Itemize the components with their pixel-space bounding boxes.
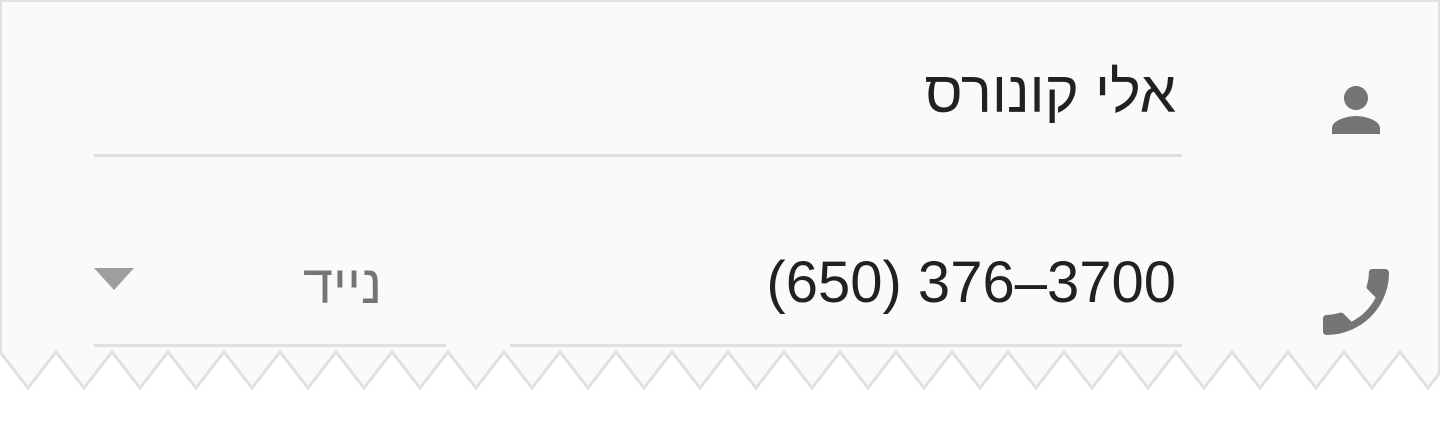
name-field-underline bbox=[94, 154, 1182, 157]
name-field[interactable]: אלי קונורס bbox=[925, 60, 1176, 126]
phone-type-underline bbox=[94, 344, 446, 347]
torn-edge-divider bbox=[0, 350, 1440, 392]
phone-field-underline bbox=[510, 344, 1182, 347]
contact-editor-card: אלי קונורס (650) 376–3700 נייד bbox=[0, 0, 1440, 392]
phone-field[interactable]: (650) 376–3700 bbox=[766, 250, 1176, 316]
person-icon bbox=[1332, 86, 1380, 134]
phone-icon bbox=[1323, 269, 1389, 335]
dropdown-arrow-icon[interactable] bbox=[94, 268, 134, 290]
phone-type-select[interactable]: נייד bbox=[303, 254, 382, 316]
